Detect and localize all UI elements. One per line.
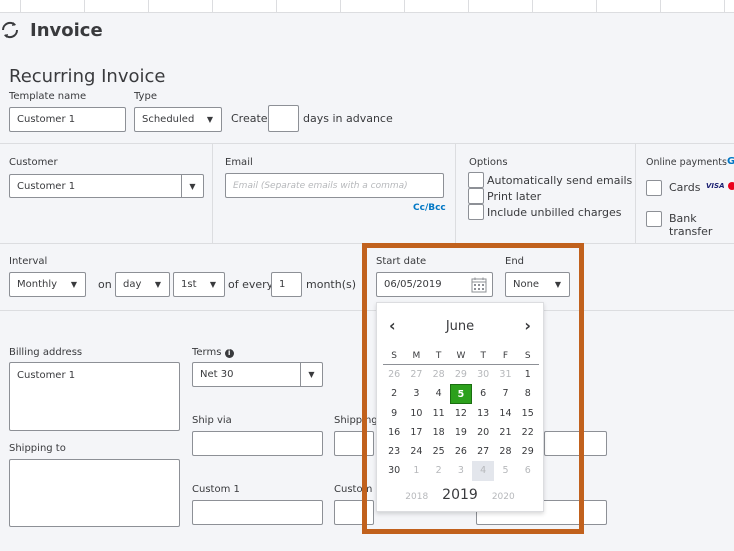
chevron-down-icon: ▼	[206, 115, 214, 124]
mastercard-logo-icon	[728, 182, 734, 190]
customer-select[interactable]: Customer 1 ▼	[9, 174, 204, 198]
template-name-label: Template name	[9, 91, 87, 102]
interval-label: Interval	[9, 256, 48, 267]
toolbar-divider	[660, 0, 661, 12]
top-toolbar-strip	[0, 0, 734, 13]
every-count-input[interactable]: 1	[271, 272, 302, 297]
nth-select[interactable]: 1st ▼	[173, 272, 225, 297]
toolbar-divider	[532, 0, 533, 12]
page-title: Invoice	[30, 20, 103, 41]
recurring-icon	[0, 20, 20, 40]
shipping-to-label: Shipping to	[9, 443, 66, 454]
type-value: Scheduled	[142, 114, 195, 125]
custom-1-input[interactable]	[192, 500, 323, 525]
customer-value: Customer 1	[17, 180, 76, 192]
nth-value: 1st	[181, 279, 197, 290]
terms-value: Net 30	[200, 369, 234, 380]
ship-via-label: Ship via	[192, 415, 232, 426]
days-in-advance-label: days in advance	[303, 112, 393, 125]
toolbar-divider	[212, 0, 213, 12]
shipping-to-input[interactable]	[9, 459, 180, 527]
custom-1-label: Custom 1	[192, 484, 240, 495]
section-divider	[0, 143, 734, 144]
toolbar-divider	[276, 0, 277, 12]
chevron-down-icon: ▼	[154, 280, 162, 289]
print-later-checkbox[interactable]	[468, 188, 484, 204]
email-placeholder: Email (Separate emails with a comma)	[233, 180, 408, 191]
template-name-value: Customer 1	[17, 114, 76, 125]
create-label: Create	[231, 112, 268, 125]
email-input[interactable]: Email (Separate emails with a comma)	[225, 173, 444, 198]
month-unit-label: month(s)	[306, 278, 357, 291]
billing-address-value: Customer 1	[17, 370, 76, 381]
cards-checkbox[interactable]	[646, 180, 662, 196]
billing-address-label: Billing address	[9, 347, 83, 358]
info-icon[interactable]: i	[224, 349, 234, 358]
toolbar-divider	[84, 0, 85, 12]
auto-send-label: Automatically send emails	[487, 174, 633, 187]
template-name-input[interactable]: Customer 1	[9, 107, 126, 132]
column-divider	[455, 143, 456, 243]
options-label: Options	[469, 157, 508, 168]
toolbar-divider	[340, 0, 341, 12]
column-divider	[212, 143, 213, 243]
toolbar-divider	[404, 0, 405, 12]
column-divider	[635, 143, 636, 243]
every-count-value: 1	[279, 279, 286, 290]
highlight-box	[362, 243, 584, 534]
include-unbilled-checkbox[interactable]	[468, 204, 484, 220]
type-label: Type	[134, 91, 157, 102]
online-payments-link[interactable]: G	[727, 156, 734, 167]
ship-via-input[interactable]	[192, 431, 323, 456]
toolbar-divider	[148, 0, 149, 12]
terms-select[interactable]: Net 30 ▼	[192, 362, 323, 387]
section-title: Recurring Invoice	[9, 66, 166, 87]
chevron-down-icon: ▼	[300, 363, 322, 386]
bank-transfer-label: Bank transfer	[669, 212, 713, 238]
interval-value: Monthly	[17, 279, 58, 290]
toolbar-divider	[724, 0, 725, 12]
of-every-label: of every	[228, 278, 274, 291]
day-select[interactable]: day ▼	[115, 272, 170, 297]
visa-logo-icon: VISA	[706, 182, 725, 190]
print-later-label: Print later	[487, 190, 542, 203]
toolbar-divider	[596, 0, 597, 12]
interval-select[interactable]: Monthly ▼	[9, 272, 86, 297]
toolbar-divider	[20, 0, 21, 12]
cards-label: Cards	[669, 181, 701, 194]
billing-address-input[interactable]: Customer 1	[9, 362, 180, 431]
online-payments-label: Online payments	[646, 157, 727, 168]
include-unbilled-label: Include unbilled charges	[487, 206, 622, 219]
days-in-advance-input[interactable]	[268, 105, 299, 132]
chevron-down-icon: ▼	[181, 175, 203, 197]
type-select[interactable]: Scheduled ▼	[134, 107, 222, 132]
email-label: Email	[225, 157, 253, 168]
cc-bcc-link[interactable]: Cc/Bcc	[413, 203, 446, 213]
chevron-down-icon: ▼	[209, 280, 217, 289]
toolbar-divider	[468, 0, 469, 12]
day-value: day	[123, 279, 142, 290]
customer-label: Customer	[9, 157, 58, 168]
terms-label-text: Terms	[192, 347, 222, 358]
auto-send-checkbox[interactable]	[468, 172, 484, 188]
chevron-down-icon: ▼	[70, 280, 78, 289]
bank-transfer-checkbox[interactable]	[646, 211, 662, 227]
on-label: on	[98, 278, 112, 291]
terms-label: Terms i	[192, 347, 234, 358]
